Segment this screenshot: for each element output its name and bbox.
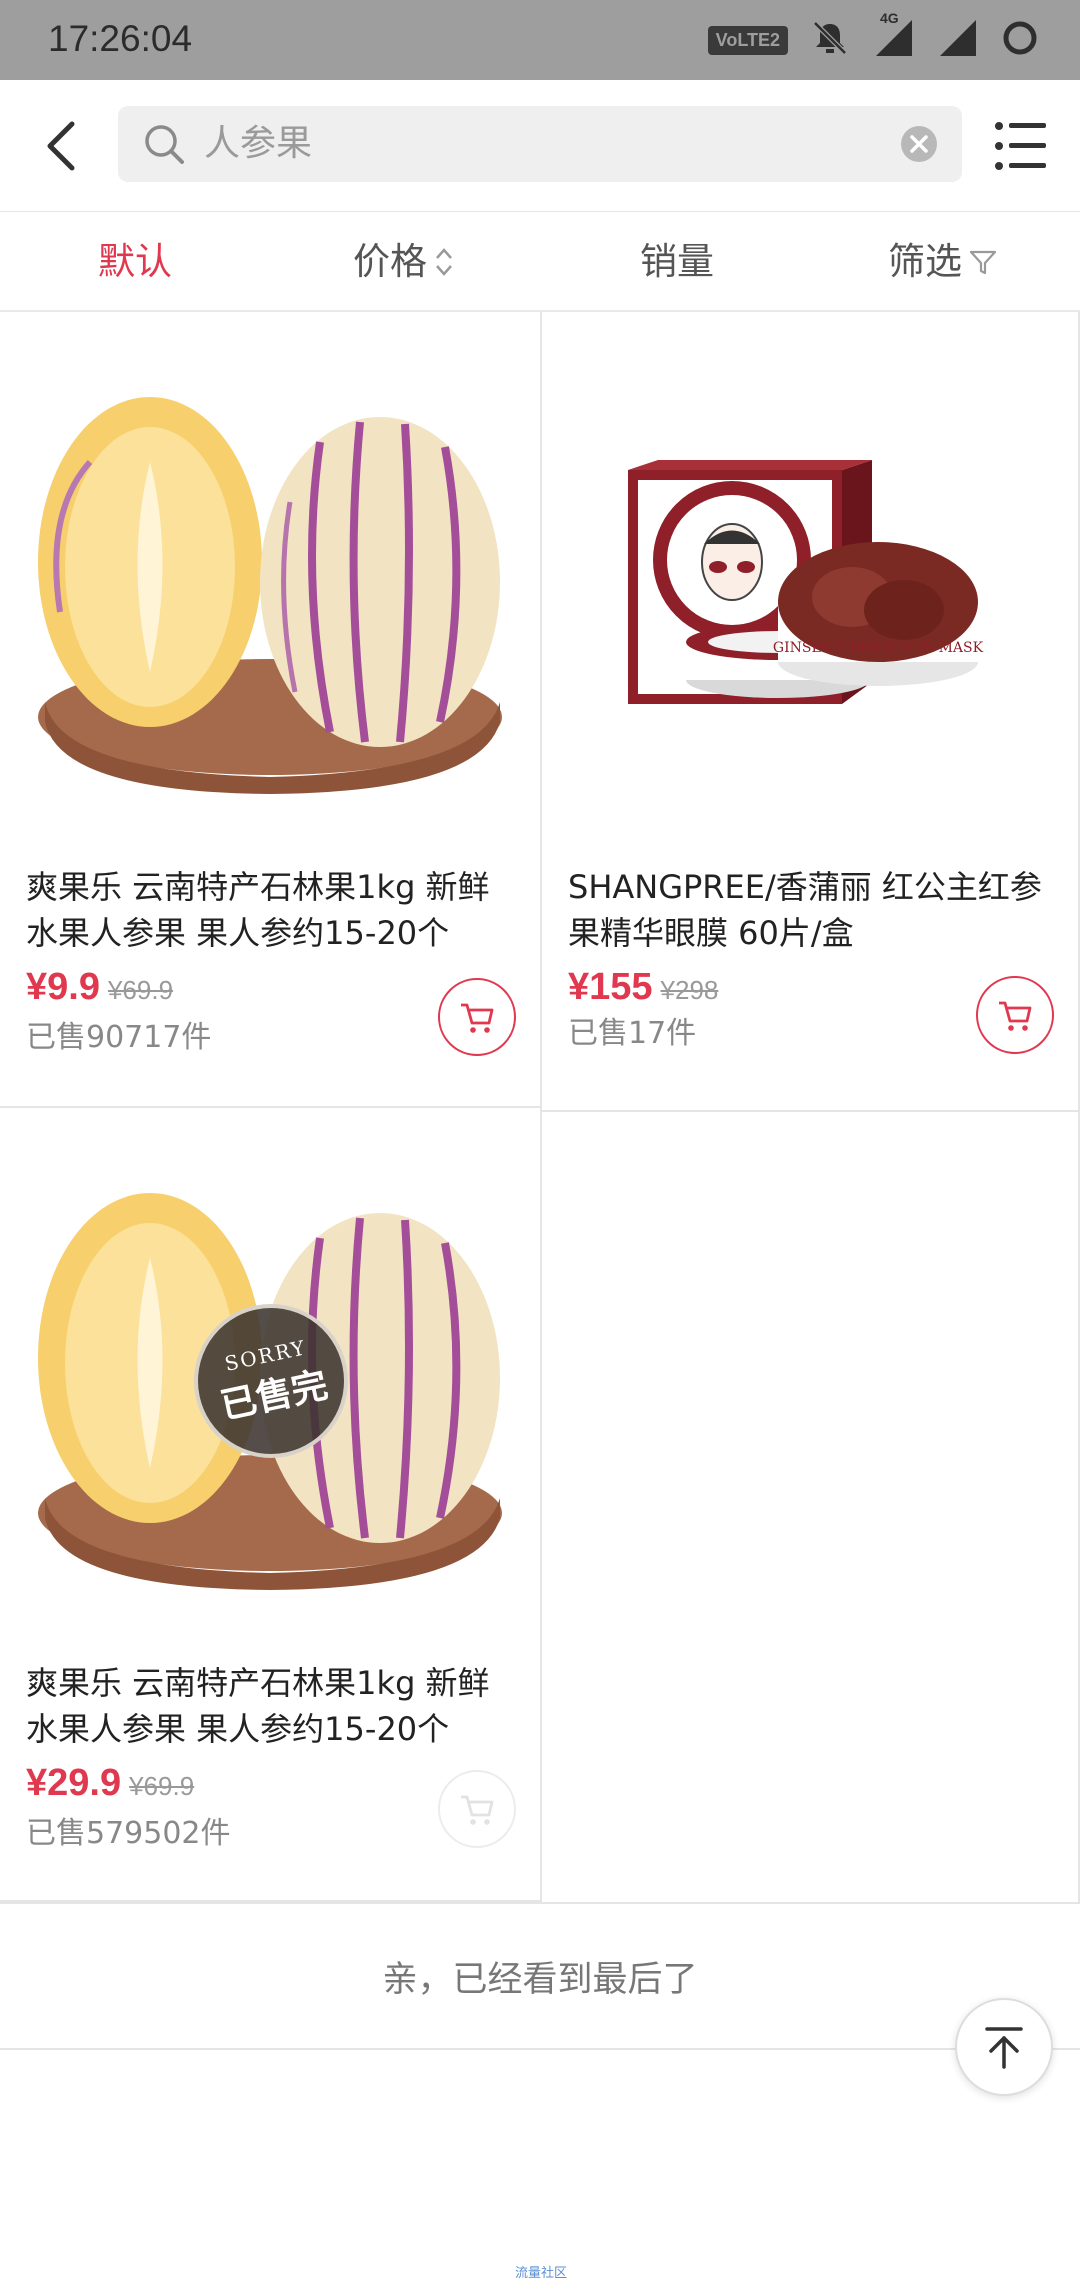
tab-sales-label: 销量	[640, 240, 714, 283]
original-price: ¥298	[660, 975, 719, 1005]
tab-default[interactable]: 默认	[98, 212, 172, 312]
network-label: 4G	[880, 10, 899, 26]
product-title: SHANGPREE/香蒲丽 红公主红参果精华眼膜 60片/盒	[568, 868, 1042, 952]
list-icon	[995, 122, 1046, 170]
empty-grid-cell	[542, 1112, 1080, 1902]
header	[0, 80, 1080, 212]
end-of-list-message: 亲，已经看到最后了	[0, 1902, 1080, 2050]
end-of-list-text: 亲，已经看到最后了	[382, 1959, 698, 2000]
search-icon	[145, 125, 184, 164]
cart-icon	[999, 1001, 1032, 1031]
battery-icon	[1000, 18, 1040, 62]
product-card[interactable]: GINSENG BERRY EYE MASK SHANGPREE/香蒲丽 红公主…	[542, 312, 1080, 1112]
status-bar: 17:26:04 VoLTE2 4G	[0, 0, 1080, 80]
cart-icon	[461, 1795, 494, 1825]
product-price: ¥9.9	[26, 966, 100, 1008]
sold-count: 已售17件	[568, 1016, 697, 1051]
product-image	[0, 312, 540, 852]
product-title: 爽果乐 云南特产石林果1kg 新鲜水果人参果 果人参约15-20个	[26, 868, 490, 952]
product-card[interactable]: SORRY 已售完 爽果乐 云南特产石林果1kg 新鲜水果人参果 果人参约15-…	[0, 1108, 542, 1902]
tab-price-label: 价格	[353, 240, 427, 283]
watermark: 流量社区	[515, 2266, 568, 2280]
tab-filter[interactable]: 筛选	[888, 212, 998, 312]
sold-count: 已售90717件	[26, 1020, 212, 1055]
mute-icon	[810, 18, 850, 62]
back-button[interactable]	[36, 116, 92, 176]
add-to-cart-button-disabled	[438, 1770, 516, 1848]
clear-icon[interactable]	[900, 125, 938, 163]
product-card[interactable]: 爽果乐 云南特产石林果1kg 新鲜水果人参果 果人参约15-20个 ¥9.9 ¥…	[0, 312, 542, 1108]
price-row: ¥29.9 ¥69.9	[26, 1762, 194, 1805]
price-row: ¥9.9 ¥69.9	[26, 966, 173, 1009]
sold-count: 已售579502件	[26, 1816, 231, 1851]
filter-icon	[969, 250, 997, 275]
tab-default-label: 默认	[98, 240, 172, 283]
search-input[interactable]	[204, 106, 804, 182]
status-time: 17:26:04	[48, 18, 193, 59]
list-menu-button[interactable]	[994, 120, 1048, 172]
signal-4g-icon: 4G	[872, 10, 916, 62]
tab-price[interactable]: 价格	[353, 212, 455, 312]
product-image: GINSENG BERRY EYE MASK	[542, 312, 1078, 852]
status-icons: VoLTE2 4G	[707, 10, 1040, 62]
product-price: ¥155	[568, 966, 653, 1008]
sort-tabs: 默认 价格 销量 筛选	[0, 212, 1080, 312]
product-price: ¥29.9	[26, 1762, 122, 1804]
arrow-up-icon	[985, 2027, 1023, 2069]
add-to-cart-button[interactable]	[976, 976, 1054, 1054]
back-to-top-button[interactable]	[955, 1998, 1053, 2096]
back-arrow-icon	[47, 121, 75, 171]
signal-icon	[938, 18, 978, 62]
sort-arrows-icon	[436, 248, 452, 276]
volte-badge: VoLTE2	[707, 25, 788, 55]
box-label: GINSENG BERRY EYE MASK	[773, 640, 984, 656]
add-to-cart-button[interactable]	[438, 978, 516, 1056]
price-row: ¥155 ¥298	[568, 966, 718, 1009]
original-price: ¥69.9	[129, 1771, 195, 1801]
product-title: 爽果乐 云南特产石林果1kg 新鲜水果人参果 果人参约15-20个	[26, 1664, 490, 1748]
tab-sales[interactable]: 销量	[640, 212, 714, 312]
product-image: SORRY 已售完	[0, 1108, 540, 1648]
original-price: ¥69.9	[107, 975, 174, 1005]
tab-filter-label: 筛选	[888, 240, 962, 283]
search-box[interactable]	[118, 106, 962, 182]
cart-icon	[461, 1003, 494, 1033]
